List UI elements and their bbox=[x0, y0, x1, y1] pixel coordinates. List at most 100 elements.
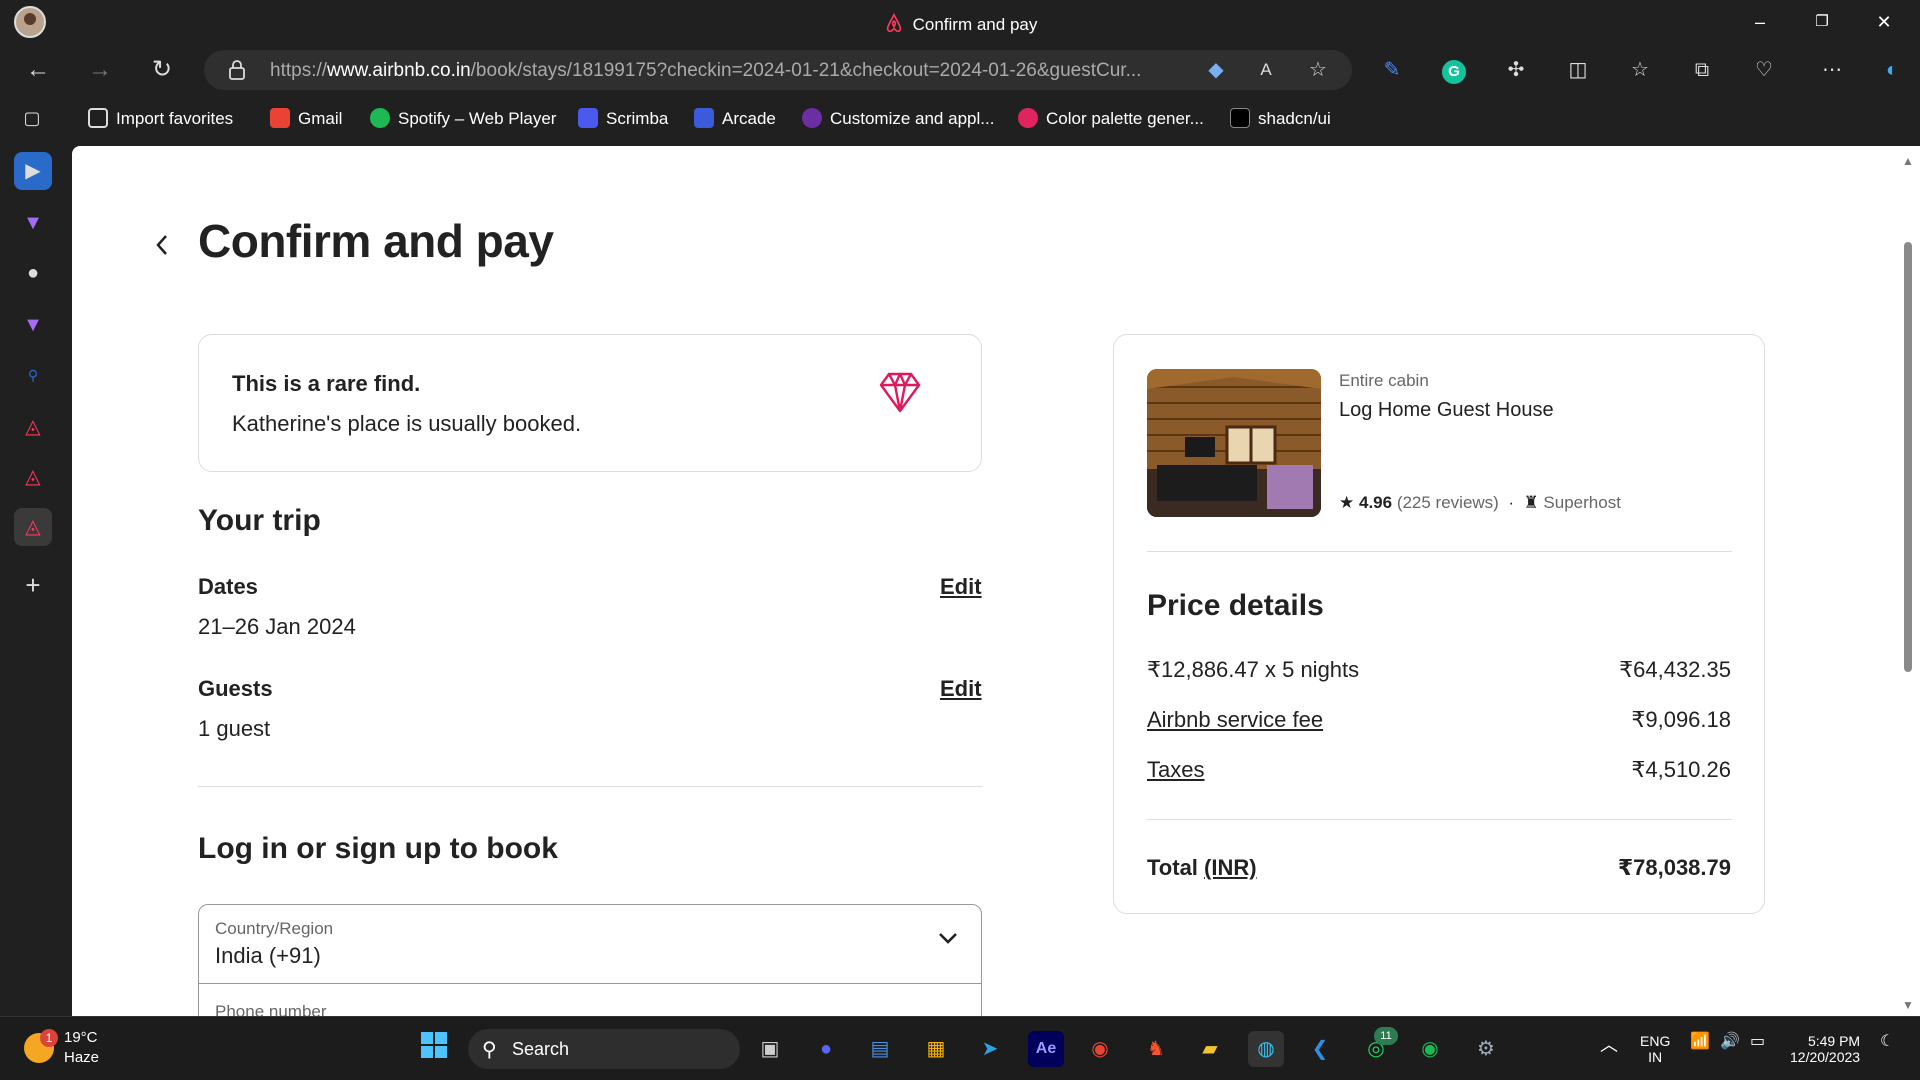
listing-photo[interactable] bbox=[1147, 369, 1321, 517]
arcade-icon bbox=[694, 108, 714, 128]
total-divider bbox=[1147, 819, 1732, 820]
chrome-icon[interactable]: ◉ bbox=[1082, 1031, 1118, 1067]
gmail-icon bbox=[270, 108, 290, 128]
pen-extension-icon[interactable]: ✎ bbox=[1376, 54, 1408, 86]
favorite-spotify[interactable]: Spotify – Web Player bbox=[370, 108, 556, 129]
file-explorer-icon[interactable]: ▰ bbox=[1192, 1031, 1228, 1067]
rare-find-text: Katherine's place is usually booked. bbox=[232, 411, 582, 436]
spotify-icon bbox=[370, 108, 390, 128]
tab-actions-icon[interactable]: ▢ bbox=[16, 102, 48, 134]
guests-label: Guests bbox=[198, 676, 273, 701]
new-tab-icon[interactable]: + bbox=[14, 566, 52, 604]
clock[interactable]: 5:49 PM 12/20/2023 bbox=[1790, 1033, 1860, 1065]
scroll-up-icon[interactable]: ▲ bbox=[1902, 154, 1914, 168]
weather-condition: Haze bbox=[64, 1049, 100, 1066]
favorite-customize[interactable]: Customize and appl... bbox=[802, 108, 994, 129]
tab-vite-icon[interactable]: ▼ bbox=[14, 204, 52, 242]
url-text[interactable]: https://www.airbnb.co.in/book/stays/1819… bbox=[270, 60, 1190, 82]
taskbar-search[interactable]: ⚲ Search bbox=[468, 1029, 740, 1069]
favorite-import[interactable]: Import favorites bbox=[88, 108, 233, 129]
split-screen-icon[interactable]: ◫ bbox=[1562, 54, 1594, 86]
edge-icon[interactable]: ◍ bbox=[1248, 1031, 1284, 1067]
diamond-icon bbox=[877, 369, 923, 420]
grammarly-icon[interactable]: G bbox=[1438, 54, 1470, 86]
tab-video-icon[interactable]: ▶ bbox=[14, 152, 52, 190]
back-button[interactable]: ← bbox=[20, 54, 56, 86]
more-menu-icon[interactable]: ⋯ bbox=[1816, 54, 1848, 86]
scrimba-icon bbox=[578, 108, 598, 128]
favorite-gmail[interactable]: Gmail bbox=[270, 108, 342, 129]
brave-icon[interactable]: ♞ bbox=[1138, 1031, 1174, 1067]
tab-search-icon[interactable]: ⚲ bbox=[14, 356, 52, 394]
rare-find-banner: This is a rare find. Katherine's place i… bbox=[198, 334, 982, 472]
scroll-down-icon[interactable]: ▼ bbox=[1902, 998, 1914, 1012]
vscode-icon[interactable]: ❮ bbox=[1302, 1031, 1338, 1067]
battery-icon[interactable]: ▭ bbox=[1750, 1031, 1765, 1051]
url-path: /book/stays/18199175?checkin=2024-01-21&… bbox=[470, 60, 1142, 81]
superhost-icon: ♜ bbox=[1523, 493, 1539, 512]
tab-airbnb-1-icon[interactable]: ◬ bbox=[14, 408, 52, 446]
favorite-scrimba[interactable]: Scrimba bbox=[578, 108, 668, 129]
favorite-color-palette[interactable]: Color palette gener... bbox=[1018, 108, 1204, 129]
language-indicator[interactable]: ENG IN bbox=[1640, 1033, 1670, 1065]
extensions-icon[interactable]: ✣ bbox=[1500, 54, 1532, 86]
browser-essentials-icon[interactable]: ♡ bbox=[1748, 54, 1780, 86]
title-bar: Confirm and pay – ❐ ✕ bbox=[0, 0, 1920, 44]
airbnb-logo-icon bbox=[883, 12, 905, 39]
restore-button[interactable]: ❐ bbox=[1794, 8, 1850, 36]
tab-airbnb-active-icon[interactable]: ◬ bbox=[14, 508, 52, 546]
close-button[interactable]: ✕ bbox=[1856, 8, 1912, 36]
favorite-arcade[interactable]: Arcade bbox=[694, 108, 776, 129]
address-bar-row: ← → ↻ https://www.airbnb.co.in/book/stay… bbox=[0, 44, 1920, 96]
start-windows-icon[interactable] bbox=[416, 1031, 452, 1067]
favorite-star-icon[interactable]: ☆ bbox=[1302, 54, 1334, 86]
notification-moon-icon[interactable]: ☾ bbox=[1880, 1031, 1894, 1051]
listing-rating: ★ 4.96 (225 reviews) · ♜ Superhost bbox=[1339, 493, 1621, 513]
task-view-icon[interactable]: ▣ bbox=[752, 1031, 788, 1067]
edit-dates-button[interactable]: Edit bbox=[940, 574, 982, 600]
url-prefix: https:// bbox=[270, 60, 328, 81]
total-label: Total (INR) bbox=[1147, 855, 1257, 880]
scrollbar-thumb[interactable] bbox=[1904, 242, 1912, 672]
import-icon bbox=[88, 108, 108, 128]
tray-overflow-icon[interactable]: ︿ bbox=[1600, 1031, 1618, 1057]
currency-link[interactable]: (INR) bbox=[1204, 855, 1257, 880]
copilot-icon[interactable]: ◐ bbox=[1876, 54, 1908, 86]
phone-number-field[interactable]: Phone number bbox=[198, 984, 982, 1016]
tab-github-icon[interactable]: ● bbox=[14, 254, 52, 292]
read-aloud-icon[interactable]: A bbox=[1250, 54, 1282, 86]
discord-icon[interactable]: ● bbox=[808, 1031, 844, 1067]
service-fee-link[interactable]: Airbnb service fee bbox=[1147, 707, 1323, 733]
coupon-tag-icon[interactable]: ◆ bbox=[1200, 54, 1232, 86]
page-title: Confirm and pay bbox=[198, 215, 554, 267]
settings-gear-icon[interactable]: ⚙ bbox=[1468, 1031, 1504, 1067]
taxes-link[interactable]: Taxes bbox=[1147, 757, 1204, 783]
telegram-icon[interactable]: ➤ bbox=[972, 1031, 1008, 1067]
superhost-label: Superhost bbox=[1543, 493, 1621, 512]
refresh-button[interactable]: ↻ bbox=[144, 54, 180, 86]
collections-icon[interactable]: ⧉ bbox=[1686, 54, 1718, 86]
forward-button[interactable]: → bbox=[82, 54, 118, 86]
address-bar[interactable]: https://www.airbnb.co.in/book/stays/1819… bbox=[204, 50, 1352, 90]
wifi-icon[interactable]: 📶 bbox=[1690, 1031, 1710, 1051]
lock-icon[interactable] bbox=[228, 60, 246, 85]
crown-icon bbox=[802, 108, 822, 128]
favorites-icon[interactable]: ☆ bbox=[1624, 54, 1656, 86]
spotify-app-icon[interactable]: ◉ bbox=[1412, 1031, 1448, 1067]
tab-airbnb-2-icon[interactable]: ◬ bbox=[14, 458, 52, 496]
back-chevron-icon[interactable] bbox=[152, 230, 182, 260]
taxes-value: ₹4,510.26 bbox=[1631, 757, 1731, 782]
weather-badge: 1 bbox=[40, 1029, 58, 1047]
favorite-shadcn[interactable]: shadcn/ui bbox=[1230, 108, 1331, 129]
volume-icon[interactable]: 🔊 bbox=[1720, 1031, 1740, 1051]
edit-guests-button[interactable]: Edit bbox=[940, 676, 982, 702]
ms-store-icon[interactable]: ▦ bbox=[918, 1031, 954, 1067]
rating-value: 4.96 bbox=[1358, 493, 1393, 512]
nightly-rate-label: ₹12,886.47 x 5 nights bbox=[1147, 657, 1360, 682]
tab-vite-2-icon[interactable]: ▼ bbox=[14, 306, 52, 344]
country-select[interactable]: Country/Region India (+91) bbox=[198, 904, 982, 984]
page-scrollbar[interactable]: ▲ ▼ bbox=[1896, 146, 1920, 1016]
notepad-icon[interactable]: ▤ bbox=[862, 1031, 898, 1067]
minimize-button[interactable]: – bbox=[1732, 8, 1788, 36]
after-effects-icon[interactable]: Ae bbox=[1028, 1031, 1064, 1067]
